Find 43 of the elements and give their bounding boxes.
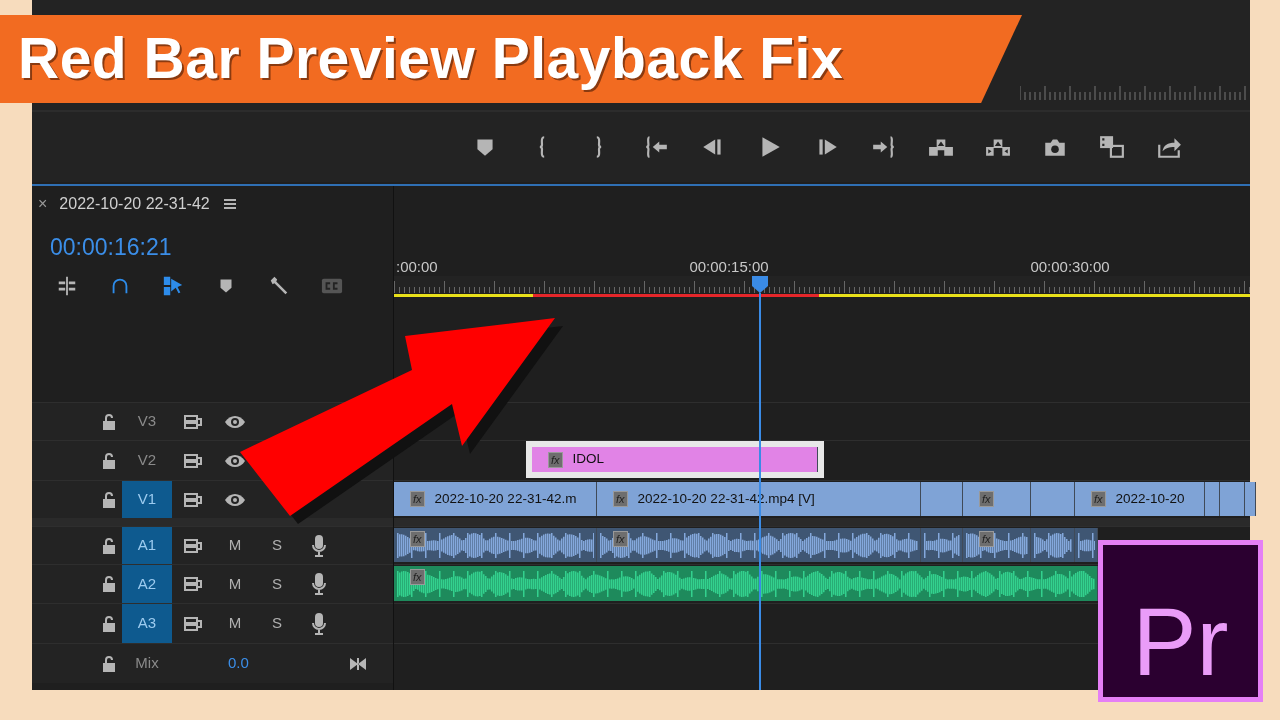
- audio-clip[interactable]: fx: [394, 566, 1098, 601]
- time-label: 00:00:30:00: [1030, 257, 1110, 277]
- mix-value[interactable]: 0.0: [228, 652, 249, 675]
- video-clip[interactable]: fx 2022-10-20 22-31-42.mp4 [V]: [597, 482, 921, 516]
- time-label: 00:00:15:00: [689, 257, 769, 277]
- banner-title: Red Bar Preview Playback Fix: [18, 25, 844, 93]
- fx-badge: fx: [613, 491, 628, 507]
- track-target[interactable]: V1: [122, 481, 172, 518]
- track-target[interactable]: V2: [122, 441, 172, 480]
- clip-label: IDOL: [572, 450, 605, 469]
- track-target[interactable]: V3: [122, 403, 172, 440]
- audio-clip[interactable]: fx: [963, 528, 1031, 562]
- mute-button[interactable]: M: [228, 612, 242, 635]
- clip-label: 2022-10-20: [1115, 489, 1185, 508]
- time-label: :00:00: [396, 257, 438, 277]
- clip-label: 2022-10-20 22-31-42.m: [434, 489, 577, 508]
- solo-button[interactable]: S: [272, 612, 282, 635]
- audio-clip[interactable]: fx: [597, 528, 921, 562]
- video-clip[interactable]: fx: [963, 482, 1031, 516]
- fx-badge: fx: [410, 569, 425, 585]
- mute-button[interactable]: M: [228, 534, 242, 557]
- sequence-tab[interactable]: 2022-10-20 22-31-42: [59, 192, 210, 216]
- fx-badge: fx: [410, 491, 425, 507]
- solo-button[interactable]: S: [272, 572, 282, 596]
- timecode[interactable]: 00:00:16:21: [32, 222, 393, 270]
- clip-label: 2022-10-20 22-31-42.mp4 [V]: [637, 489, 815, 508]
- fx-badge: fx: [548, 451, 563, 468]
- fx-badge: fx: [1091, 491, 1106, 507]
- track-target[interactable]: A1: [122, 527, 172, 564]
- close-button[interactable]: ×: [38, 192, 48, 216]
- track-target[interactable]: A3: [122, 604, 172, 643]
- mute-button[interactable]: M: [228, 572, 242, 596]
- video-clip[interactable]: fx 2022-10-20 22-31-42.m: [394, 482, 597, 516]
- fx-badge: fx: [979, 531, 994, 547]
- fx-badge: fx: [979, 491, 994, 507]
- video-clip[interactable]: fx 2022-10-20: [1075, 482, 1205, 516]
- fx-badge: fx: [410, 531, 425, 547]
- track-target[interactable]: A2: [122, 565, 172, 603]
- fx-badge: fx: [613, 531, 628, 547]
- mix-label: Mix: [134, 653, 160, 674]
- logo-text: Pr: [1132, 586, 1229, 697]
- solo-button[interactable]: S: [272, 534, 282, 557]
- audio-clip[interactable]: fx: [394, 528, 597, 562]
